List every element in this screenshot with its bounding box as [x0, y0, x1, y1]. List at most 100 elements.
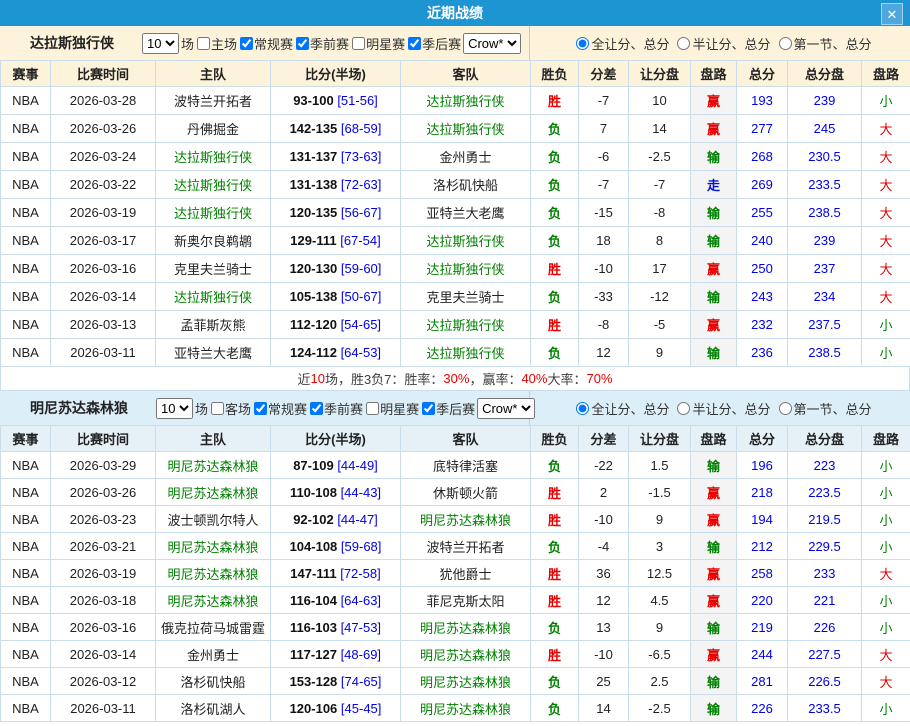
filter-checkbox[interactable] — [197, 37, 210, 50]
point-diff-cell: -10 — [579, 641, 629, 668]
market-radio-label: 全让分、总分 — [591, 34, 669, 53]
date-cell: 2026-03-26 — [51, 479, 156, 506]
handicap-result-cell: 走 — [691, 171, 737, 199]
column-header: 胜负 — [531, 61, 579, 87]
over-under-cell: 大 — [862, 115, 910, 143]
date-cell: 2026-03-26 — [51, 115, 156, 143]
games-count-select[interactable]: 10 — [156, 398, 193, 419]
total-line-cell: 226 — [788, 614, 862, 641]
date-cell: 2026-03-22 — [51, 171, 156, 199]
table-row: NBA2026-03-19明尼苏达森林狼147-111 [72-58]犹他爵士胜… — [1, 560, 910, 587]
handicap-cell: -1.5 — [629, 479, 691, 506]
market-radio-label: 半让分、总分 — [692, 399, 770, 418]
column-header: 盘路 — [691, 61, 737, 87]
final-score: 129-111 — [290, 233, 336, 248]
total-line-cell: 223.5 — [788, 479, 862, 506]
handicap-cell: 12.5 — [629, 560, 691, 587]
away-team-cell: 达拉斯独行侠 — [401, 311, 531, 339]
filter-checkbox-label: 明星赛 — [380, 399, 419, 418]
half-score: [44-43] — [341, 485, 381, 500]
filter-checkbox[interactable] — [366, 402, 379, 415]
filter-checkbox[interactable] — [296, 37, 309, 50]
market-radio[interactable] — [779, 402, 792, 415]
games-count-select[interactable]: 10 — [142, 33, 179, 54]
market-radio[interactable] — [779, 37, 792, 50]
over-under-cell: 大 — [862, 255, 910, 283]
away-team-cell: 明尼苏达森林狼 — [401, 668, 531, 695]
score-cell: 116-104 [64-63] — [271, 587, 401, 614]
away-team-cell: 金州勇士 — [401, 143, 531, 171]
filter-checkbox[interactable] — [408, 37, 421, 50]
filter-checkbox-label: 常规赛 — [268, 399, 307, 418]
home-team-cell: 波士顿凯尔特人 — [156, 506, 271, 533]
handicap-result-cell: 输 — [691, 283, 737, 311]
half-score: [51-56] — [337, 93, 377, 108]
league-cell: NBA — [1, 255, 51, 283]
away-team-cell: 明尼苏达森林狼 — [401, 641, 531, 668]
final-score: 131-138 — [290, 177, 338, 192]
half-score: [44-47] — [337, 512, 377, 527]
total-points-cell: 219 — [737, 614, 788, 641]
total-points-cell: 258 — [737, 560, 788, 587]
over-under-cell: 大 — [862, 283, 910, 311]
home-team-cell: 明尼苏达森林狼 — [156, 587, 271, 614]
column-header: 主队 — [156, 426, 271, 452]
filter-checkbox[interactable] — [352, 37, 365, 50]
point-diff-cell: -4 — [579, 533, 629, 560]
odds-source-select[interactable]: Crow* — [463, 33, 521, 54]
handicap-result-cell: 输 — [691, 227, 737, 255]
summary-segment: 40% — [521, 371, 547, 386]
handicap-result-cell: 赢 — [691, 641, 737, 668]
market-radio[interactable] — [677, 37, 690, 50]
total-line-cell: 237 — [788, 255, 862, 283]
score-cell: 116-103 [47-53] — [271, 614, 401, 641]
final-score: 147-111 — [290, 566, 336, 581]
sections-container: 达拉斯独行侠10场主场常规赛季前赛明星赛季后赛Crow*全让分、总分半让分、总分… — [0, 26, 910, 722]
half-score: [67-54] — [340, 233, 380, 248]
filter-checkbox[interactable] — [240, 37, 253, 50]
filter-left-group: 明尼苏达森林狼10场客场常规赛季前赛明星赛季后赛Crow* — [0, 391, 530, 425]
half-score: [48-69] — [341, 647, 381, 662]
point-diff-cell: -7 — [579, 87, 629, 115]
final-score: 116-103 — [290, 620, 337, 635]
total-points-cell: 193 — [737, 87, 788, 115]
final-score: 120-135 — [290, 205, 338, 220]
away-team-cell: 休斯顿火箭 — [401, 479, 531, 506]
score-cell: 129-111 [67-54] — [271, 227, 401, 255]
handicap-result-cell: 输 — [691, 695, 737, 722]
score-cell: 87-109 [44-49] — [271, 452, 401, 479]
league-cell: NBA — [1, 506, 51, 533]
total-line-cell: 233.5 — [788, 171, 862, 199]
point-diff-cell: -8 — [579, 311, 629, 339]
result-cell: 胜 — [531, 479, 579, 506]
filter-left-group: 达拉斯独行侠10场主场常规赛季前赛明星赛季后赛Crow* — [0, 26, 530, 60]
league-cell: NBA — [1, 283, 51, 311]
handicap-result-cell: 赢 — [691, 115, 737, 143]
total-line-cell: 227.5 — [788, 641, 862, 668]
filter-checkbox[interactable] — [254, 402, 267, 415]
filter-checkbox[interactable] — [422, 402, 435, 415]
final-score: 124-112 — [290, 345, 337, 360]
score-cell: 147-111 [72-58] — [271, 560, 401, 587]
column-header: 比赛时间 — [51, 426, 156, 452]
table-row: NBA2026-03-29明尼苏达森林狼87-109 [44-49]底特律活塞负… — [1, 452, 910, 479]
away-team-cell: 达拉斯独行侠 — [401, 255, 531, 283]
league-cell: NBA — [1, 695, 51, 722]
market-radio[interactable] — [677, 402, 690, 415]
over-under-cell: 大 — [862, 641, 910, 668]
handicap-result-cell: 赢 — [691, 87, 737, 115]
filter-checkbox[interactable] — [310, 402, 323, 415]
filter-checkbox[interactable] — [211, 402, 224, 415]
table-row: NBA2026-03-11洛杉矶湖人120-106 [45-45]明尼苏达森林狼… — [1, 695, 910, 722]
table-row: NBA2026-03-21明尼苏达森林狼104-108 [59-68]波特兰开拓… — [1, 533, 910, 560]
close-button[interactable]: ✕ — [881, 3, 903, 25]
result-cell: 负 — [531, 283, 579, 311]
point-diff-cell: -33 — [579, 283, 629, 311]
market-radio[interactable] — [576, 37, 589, 50]
over-under-cell: 大 — [862, 227, 910, 255]
odds-source-select[interactable]: Crow* — [477, 398, 535, 419]
market-radio-group: 全让分、总分半让分、总分第一节、总分 — [530, 26, 910, 60]
handicap-cell: -2.5 — [629, 695, 691, 722]
market-radio[interactable] — [576, 402, 589, 415]
filter-checkbox-label: 客场 — [225, 399, 251, 418]
